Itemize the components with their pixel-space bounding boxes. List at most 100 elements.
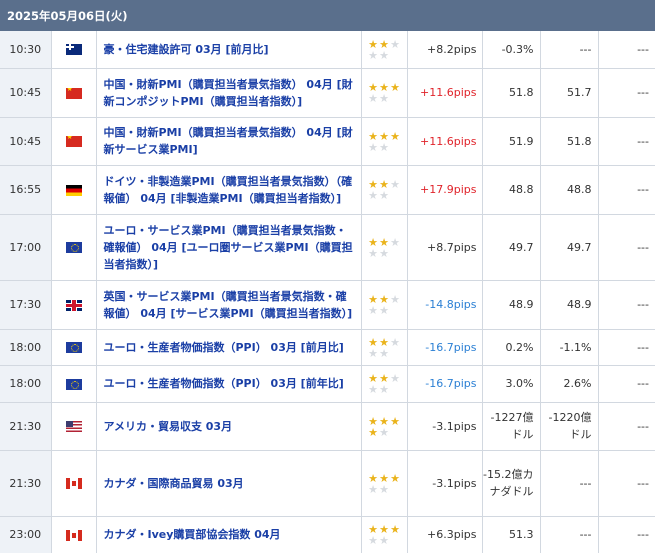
previous-value: ---	[598, 68, 655, 118]
country-flag-cell	[51, 402, 97, 451]
event-title-link[interactable]: 中国・財新PMI（購買担当者景気指数） 04月 [財新サービス業PMI]	[96, 117, 362, 166]
pips-change: -14.8pips	[407, 280, 483, 330]
previous-value: ---	[598, 117, 655, 166]
forecast-value: -1220億ドル	[540, 402, 599, 451]
star-icon: ★	[390, 235, 400, 249]
calendar-row: 17:30 英国・サービス業PMI（購買担当者景気指数・確報値） 04月 [サービ…	[0, 280, 655, 330]
forecast-value: 51.8	[540, 117, 599, 166]
importance-rating: ★ ★ ★ ★ ★	[361, 31, 408, 69]
importance-stars: ★ ★ ★ ★ ★	[368, 373, 401, 395]
pips-change: -3.1pips	[407, 450, 483, 517]
event-time: 10:45	[0, 117, 52, 166]
star-icon: ★	[368, 471, 378, 485]
event-time: 23:00	[0, 516, 52, 553]
star-icon: ★	[368, 425, 378, 439]
star-icon: ★	[368, 235, 378, 249]
event-title-link[interactable]: ユーロ・サービス業PMI（購買担当者景気指数・確報値） 04月 [ユーロ圏サービ…	[96, 214, 362, 281]
star-icon: ★	[390, 414, 400, 428]
calendar-row: 18:00 ユーロ・生産者物価指数（PPI） 03月 [前年比] ★ ★ ★ ★ ★ -16.…	[0, 365, 655, 403]
star-icon: ★	[390, 335, 400, 349]
star-icon: ★	[379, 304, 389, 317]
calendar-row: 23:00 カナダ・Ivey購買部協会指数 04月 ★ ★ ★ ★ ★ +6.3pips 51.…	[0, 516, 655, 553]
date-header-label: 2025年05月06日(火)	[7, 8, 128, 23]
eu-flag-icon	[65, 242, 82, 253]
importance-stars: ★ ★ ★ ★ ★	[368, 473, 401, 495]
event-title-link[interactable]: ユーロ・生産者物価指数（PPI） 03月 [前月比]	[96, 329, 362, 366]
country-flag-cell	[51, 117, 97, 166]
calendar-row: 18:00 ユーロ・生産者物価指数（PPI） 03月 [前月比] ★ ★ ★ ★ ★ -16.…	[0, 329, 655, 366]
star-icon: ★	[390, 37, 400, 51]
result-value: -1227億ドル	[482, 402, 541, 451]
forecast-value: ---	[540, 31, 599, 69]
event-time: 16:55	[0, 165, 52, 215]
importance-stars: ★ ★ ★ ★ ★	[368, 82, 401, 104]
previous-value: ---	[598, 165, 655, 215]
calendar-row: 10:45 中国・財新PMI（購買担当者景気指数） 04月 [財新コンポジットPM…	[0, 68, 655, 118]
previous-value: ---	[598, 402, 655, 451]
forecast-value: 48.9	[540, 280, 599, 330]
canada-flag-icon	[65, 478, 82, 489]
star-icon: ★	[368, 92, 378, 105]
date-header: 2025年05月06日(火)	[0, 0, 655, 31]
previous-value: ---	[598, 214, 655, 281]
star-icon: ★	[379, 534, 389, 547]
previous-value: ---	[598, 31, 655, 69]
star-icon: ★	[368, 129, 378, 143]
star-icon: ★	[368, 304, 378, 317]
event-time: 10:45	[0, 68, 52, 118]
pips-change: -16.7pips	[407, 365, 483, 403]
star-icon: ★	[390, 293, 400, 306]
country-flag-cell	[51, 516, 97, 553]
event-title-link[interactable]: ユーロ・生産者物価指数（PPI） 03月 [前年比]	[96, 365, 362, 403]
star-icon: ★	[368, 482, 378, 496]
event-time: 10:30	[0, 31, 52, 69]
germany-flag-icon	[65, 184, 82, 196]
star-icon: ★	[368, 534, 378, 547]
event-time: 17:30	[0, 280, 52, 330]
event-title-link[interactable]: カナダ・Ivey購買部協会指数 04月	[96, 516, 362, 553]
result-value: 48.8	[482, 165, 541, 215]
event-time: 18:00	[0, 329, 52, 366]
star-icon: ★	[379, 48, 389, 62]
forecast-value: ---	[540, 450, 599, 517]
economic-calendar-table: 10:30 豪・住宅建設許可 03月 [前月比] ★ ★ ★ ★ ★ +8.2pips -0.3…	[0, 31, 655, 553]
country-flag-cell	[51, 68, 97, 118]
importance-stars: ★ ★ ★ ★ ★	[368, 237, 401, 259]
event-title-link[interactable]: 英国・サービス業PMI（購買担当者景気指数・確報値） 04月 [サービス業PMI…	[96, 280, 362, 330]
importance-rating: ★ ★ ★ ★ ★	[361, 516, 408, 553]
country-flag-cell	[51, 450, 97, 517]
previous-value: ---	[598, 280, 655, 330]
importance-rating: ★ ★ ★ ★ ★	[361, 329, 408, 366]
importance-rating: ★ ★ ★ ★ ★	[361, 214, 408, 281]
star-icon: ★	[368, 414, 378, 428]
pips-change: +8.7pips	[407, 214, 483, 281]
previous-value: ---	[598, 516, 655, 553]
importance-rating: ★ ★ ★ ★ ★	[361, 450, 408, 517]
importance-rating: ★ ★ ★ ★ ★	[361, 165, 408, 215]
star-icon: ★	[390, 129, 400, 143]
event-time: 21:30	[0, 402, 52, 451]
event-title-link[interactable]: 中国・財新PMI（購買担当者景気指数） 04月 [財新コンポジットPMI（購買担…	[96, 68, 362, 118]
importance-stars: ★ ★ ★ ★ ★	[368, 416, 401, 438]
importance-rating: ★ ★ ★ ★ ★	[361, 365, 408, 403]
event-title-link[interactable]: ドイツ・非製造業PMI（購買担当者景気指数）（確報値） 04月 [非製造業PMI…	[96, 165, 362, 215]
star-icon: ★	[379, 92, 389, 105]
star-icon: ★	[379, 140, 389, 154]
event-title-link[interactable]: アメリカ・貿易収支 03月	[96, 402, 362, 451]
event-title-link[interactable]: カナダ・国際商品貿易 03月	[96, 450, 362, 517]
calendar-row: 21:30 アメリカ・貿易収支 03月 ★ ★ ★ ★ ★ -3.1pips -1227億ドル -…	[0, 402, 655, 451]
star-icon: ★	[390, 178, 400, 191]
event-title-link[interactable]: 豪・住宅建設許可 03月 [前月比]	[96, 31, 362, 69]
star-icon: ★	[368, 189, 378, 202]
forecast-value: 2.6%	[540, 365, 599, 403]
eu-flag-icon	[65, 342, 82, 353]
star-icon: ★	[368, 246, 378, 260]
pips-change: +11.6pips	[407, 117, 483, 166]
importance-stars: ★ ★ ★ ★ ★	[368, 131, 401, 153]
country-flag-cell	[51, 31, 97, 69]
pips-change: -3.1pips	[407, 402, 483, 451]
canada-flag-icon	[65, 529, 82, 541]
star-icon: ★	[368, 383, 378, 396]
previous-value: ---	[598, 365, 655, 403]
star-icon: ★	[379, 425, 389, 439]
